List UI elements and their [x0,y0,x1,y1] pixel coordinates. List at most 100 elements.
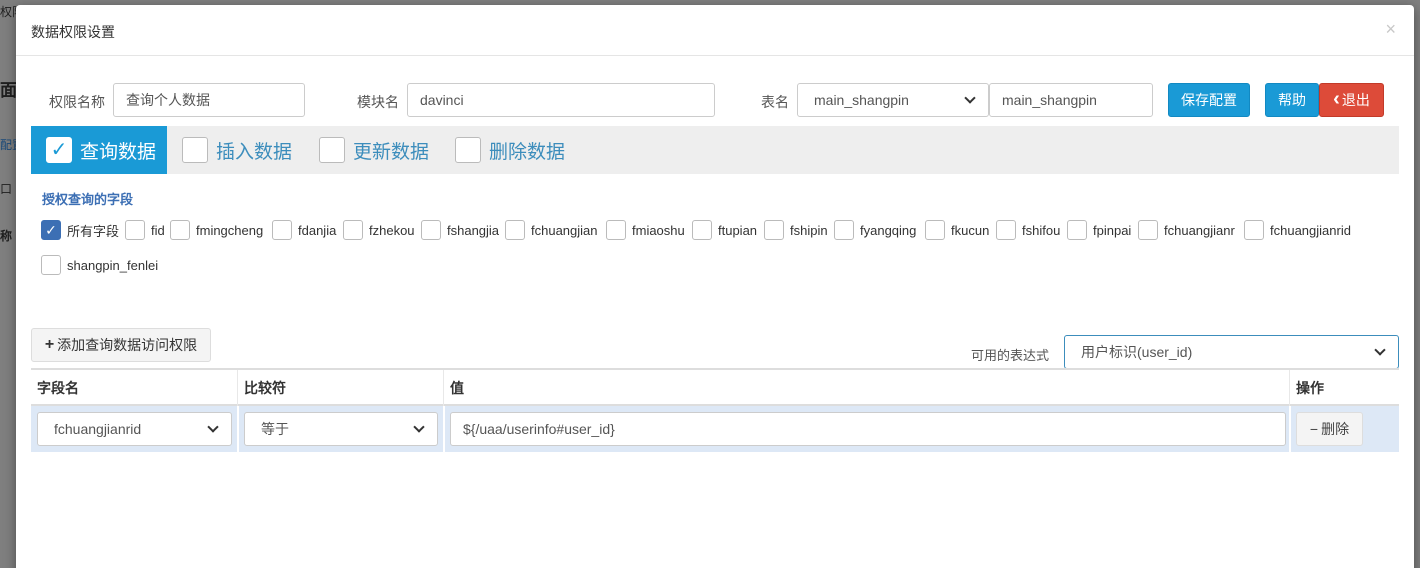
tab-delete-data[interactable]: 删除数据 [455,126,565,174]
field-label: ftupian [718,222,758,238]
field-checkbox[interactable]: fpinpai [1067,220,1131,240]
checkbox[interactable] [1138,220,1158,240]
field-label: shangpin_fenlei [67,257,159,273]
checkbox[interactable]: ✓ [41,220,61,240]
field-label: fchuangjianr [1164,222,1235,238]
field-checkbox[interactable]: shangpin_fenlei [41,255,158,275]
minus-icon: − [1309,421,1319,437]
module-name-label: 模块名 [357,94,399,110]
table-name-input[interactable] [989,83,1153,117]
cell-action: − 删除 [1289,406,1399,452]
field-checkbox[interactable]: fshipin [764,220,828,240]
field-checkbox[interactable]: fzhekou [343,220,415,240]
checkbox[interactable] [125,220,145,240]
modal-header: 数据权限设置 × [16,5,1414,56]
table-select-value: main_shangpin [814,92,909,108]
help-button[interactable]: 帮助 [1265,83,1319,117]
check-icon: ✓ [45,222,57,238]
field-checkbox[interactable]: fchuangjianr [1138,220,1235,240]
tab-insert-data[interactable]: 插入数据 [182,126,292,174]
tab-label: 更新数据 [353,141,430,163]
field-checkbox[interactable]: fchuangjianrid [1244,220,1351,240]
table-header: 字段名 比较符 值 操作 [31,368,1399,406]
exit-button-label: 退出 [1341,92,1370,108]
operator-select[interactable]: 等于 [244,412,438,446]
exit-button[interactable]: ‹ 退出 [1319,83,1384,117]
field-checkbox[interactable]: fchuangjian [505,220,598,240]
tab-checkbox[interactable]: ✓ [46,137,72,163]
expression-select-value: 用户标识(user_id) [1081,344,1193,360]
field-label: fpinpai [1093,222,1132,238]
tab-label: 删除数据 [489,141,566,163]
authorized-fields-title: 授权查询的字段 [42,192,134,207]
checkbox[interactable] [170,220,190,240]
bg-fragment: 面前 [0,81,16,100]
chevron-left-icon: ‹ [1333,87,1340,110]
tab-query-data[interactable]: ✓ 查询数据 [31,126,167,174]
tab-update-data[interactable]: 更新数据 [319,126,429,174]
field-checkbox[interactable]: fyangqing [834,220,916,240]
field-checkbox-all[interactable]: ✓ 所有字段 [41,220,119,240]
expression-label: 可用的表达式 [971,348,1050,363]
checkbox[interactable] [764,220,784,240]
column-header-field: 字段名 [37,380,79,396]
field-label: fshangjia [447,222,500,238]
delete-rule-button[interactable]: − 删除 [1296,412,1363,446]
field-label: fmingcheng [196,222,264,238]
field-checkbox[interactable]: fmingcheng [170,220,263,240]
checkbox[interactable] [925,220,945,240]
field-select-value: fchuangjianrid [54,421,142,437]
bg-fragment: 配置 [0,138,16,152]
expression-select[interactable]: 用户标识(user_id) [1064,335,1399,369]
field-checkbox[interactable]: fshangjia [421,220,499,240]
checkbox[interactable] [505,220,525,240]
chevron-down-icon [413,421,425,433]
field-checkbox[interactable]: fdanjia [272,220,336,240]
field-checkbox[interactable]: fmiaoshu [606,220,685,240]
bg-fragment: 权限配 [0,5,16,19]
checkbox[interactable] [834,220,854,240]
chevron-down-icon [1374,344,1386,356]
column-header-operator: 比较符 [237,370,443,406]
check-icon: ✓ [50,139,68,161]
checkbox[interactable] [606,220,626,240]
operator-select-value: 等于 [261,421,289,437]
bg-fragment: 口 [0,182,13,196]
field-checkbox[interactable]: fkucun [925,220,989,240]
data-permission-modal: 数据权限设置 × 权限名称 模块名 表名 main_shangpin 保存配置 … [16,5,1414,568]
tab-checkbox[interactable] [455,137,481,163]
checkbox[interactable] [1244,220,1264,240]
table-select[interactable]: main_shangpin [797,83,989,117]
module-name-input[interactable] [407,83,715,117]
tab-checkbox[interactable] [182,137,208,163]
cell-operator: 等于 [237,406,443,452]
field-label: fdanjia [298,222,337,238]
save-config-button[interactable]: 保存配置 [1168,83,1250,117]
modal-title: 数据权限设置 [31,24,115,40]
field-select[interactable]: fchuangjianrid [37,412,232,446]
checkbox[interactable] [1067,220,1087,240]
tab-checkbox[interactable] [319,137,345,163]
tab-label: 查询数据 [80,141,157,163]
permission-name-input[interactable] [113,83,305,117]
field-checkbox[interactable]: fid [125,220,165,240]
checkbox[interactable] [343,220,363,240]
table-name-label: 表名 [761,94,789,110]
bg-fragment: 称 [0,229,13,243]
field-label: fshipin [790,222,828,238]
checkbox[interactable] [692,220,712,240]
chevron-down-icon [964,92,976,104]
chevron-down-icon [207,421,219,433]
field-checkbox[interactable]: ftupian [692,220,757,240]
checkbox[interactable] [996,220,1016,240]
field-label: fyangqing [860,222,917,238]
cell-field: fchuangjianrid [31,406,237,452]
value-input[interactable] [450,412,1286,446]
checkbox[interactable] [41,255,61,275]
field-checkbox[interactable]: fshifou [996,220,1060,240]
plus-icon: + [44,336,55,353]
add-query-access-button[interactable]: + 添加查询数据访问权限 [31,328,211,362]
checkbox[interactable] [272,220,292,240]
close-icon[interactable]: × [1385,19,1396,40]
checkbox[interactable] [421,220,441,240]
